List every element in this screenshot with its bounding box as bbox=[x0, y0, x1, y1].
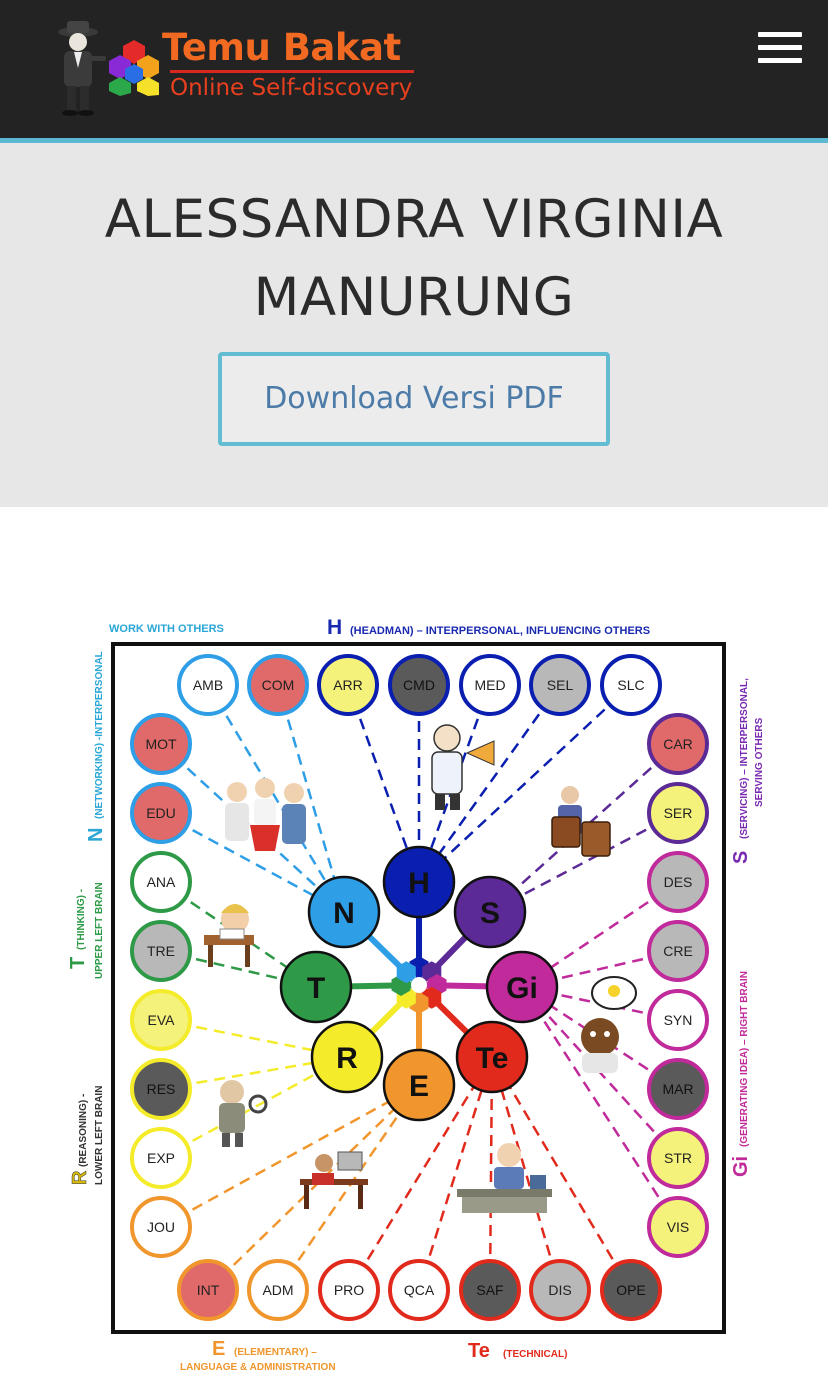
hub-label-e: E bbox=[409, 1070, 429, 1103]
talent-code-int: INT bbox=[197, 1282, 220, 1298]
talent-code-qca: QCA bbox=[404, 1282, 435, 1298]
talent-code-car: CAR bbox=[663, 736, 693, 752]
hub-label-te: Te bbox=[476, 1042, 509, 1075]
technician-workbench-icon bbox=[457, 1143, 552, 1213]
idea-man-icon bbox=[581, 976, 637, 1073]
technical-letter: Te bbox=[468, 1340, 490, 1362]
servicing-letter: S bbox=[730, 851, 752, 864]
talent-code-jou: JOU bbox=[147, 1219, 175, 1235]
reasoning-label: (REASONING) - bbox=[78, 1094, 89, 1167]
logo-subtitle: Online Self-discovery bbox=[170, 75, 413, 101]
thinking-label: (THINKING) - bbox=[76, 889, 87, 950]
work-with-others-label: WORK WITH OTHERS bbox=[109, 623, 224, 635]
talent-code-tre: TRE bbox=[147, 943, 175, 959]
talent-code-arr: ARR bbox=[333, 677, 363, 693]
talent-code-ana: ANA bbox=[147, 874, 176, 890]
hub-center bbox=[411, 977, 427, 993]
headman-letter: H bbox=[327, 616, 342, 639]
logo-divider bbox=[170, 70, 414, 73]
team-people-icon bbox=[225, 778, 306, 851]
office-worker-computer-icon bbox=[300, 1151, 368, 1209]
talent-code-ser: SER bbox=[664, 805, 693, 821]
thinking-sublabel: UPPER LEFT BRAIN bbox=[94, 882, 105, 979]
logo-title: Temu Bakat bbox=[162, 26, 401, 69]
detective-magnifier-icon bbox=[219, 1080, 268, 1147]
center-hub: H N S T Gi R Te E bbox=[279, 845, 559, 1122]
hub-label-n: N bbox=[333, 897, 355, 930]
talent-code-des: DES bbox=[664, 874, 693, 890]
servicing-sublabel: SERVING OTHERS bbox=[754, 717, 762, 807]
elementary-letter: E bbox=[212, 1338, 225, 1360]
profile-name: ALESSANDRA VIRGINIA MANURUNG bbox=[104, 189, 724, 328]
talent-code-res: RES bbox=[147, 1081, 176, 1097]
talent-code-str: STR bbox=[664, 1150, 692, 1166]
connector-jou bbox=[160, 1083, 420, 1229]
talent-code-edu: EDU bbox=[146, 805, 176, 821]
hub-label-h: H bbox=[408, 867, 430, 900]
technical-label: (TECHNICAL) bbox=[503, 1349, 567, 1360]
hub-label-r: R bbox=[336, 1042, 358, 1075]
porter-luggage-icon bbox=[551, 786, 611, 857]
generating-idea-letter: Gi bbox=[730, 1156, 752, 1177]
headman-label: (HEADMAN) – INTERPERSONAL, INFLUENCING O… bbox=[350, 625, 650, 637]
talent-code-med: MED bbox=[474, 677, 505, 693]
talent-code-com: COM bbox=[262, 677, 295, 693]
student-thinking-icon bbox=[204, 904, 254, 967]
elementary-sublabel: LANGUAGE & ADMINISTRATION bbox=[180, 1362, 336, 1373]
talent-mapping-diagram: H N S T Gi R Te E AMB COM ARR CMD MED SEL SLC MOT EDU AN… bbox=[67, 616, 762, 1373]
hub-label-gi: Gi bbox=[506, 972, 538, 1005]
talent-code-eva: EVA bbox=[148, 1012, 176, 1028]
generating-idea-label: (GENERATING IDEA) – RIGHT BRAIN bbox=[739, 971, 750, 1147]
hub-label-t: T bbox=[307, 972, 325, 1005]
detective-mascot-icon bbox=[58, 21, 106, 116]
talent-code-adm: ADM bbox=[262, 1282, 293, 1298]
talent-code-syn: SYN bbox=[664, 1012, 693, 1028]
servicing-label: (SERVICING) – INTERPERSONAL, bbox=[739, 678, 750, 839]
boss-megaphone-icon bbox=[431, 724, 495, 810]
talent-code-slc: SLC bbox=[617, 677, 644, 693]
talent-code-exp: EXP bbox=[147, 1150, 175, 1166]
networking-letter: N bbox=[85, 828, 107, 842]
talent-code-amb: AMB bbox=[193, 677, 223, 693]
reasoning-letter: R bbox=[69, 1170, 91, 1185]
talent-code-vis: VIS bbox=[667, 1219, 690, 1235]
talent-code-sel: SEL bbox=[547, 677, 574, 693]
profile-hero: ALESSANDRA VIRGINIA MANURUNG Download Ve… bbox=[0, 143, 828, 507]
hamburger-menu-icon[interactable] bbox=[756, 30, 804, 66]
talent-code-cmd: CMD bbox=[403, 677, 435, 693]
talent-code-ope: OPE bbox=[616, 1282, 646, 1298]
download-pdf-button[interactable]: Download Versi PDF bbox=[218, 352, 610, 446]
elementary-label: (ELEMENTARY) – bbox=[234, 1347, 317, 1358]
talent-code-dis: DIS bbox=[548, 1282, 571, 1298]
reasoning-sublabel: LOWER LEFT BRAIN bbox=[94, 1086, 105, 1185]
hub-label-s: S bbox=[480, 897, 500, 930]
connector-amb bbox=[206, 684, 346, 913]
talent-code-mar: MAR bbox=[662, 1081, 693, 1097]
talent-code-cre: CRE bbox=[663, 943, 693, 959]
talent-code-pro: PRO bbox=[334, 1282, 364, 1298]
temu-bakat-logo[interactable]: Temu Bakat Online Self-discovery bbox=[50, 18, 430, 118]
networking-label: (NETWORKING) -INTERPERSONAL bbox=[94, 651, 105, 819]
top-navbar: Temu Bakat Online Self-discovery bbox=[0, 0, 828, 138]
talent-code-mot: MOT bbox=[145, 736, 177, 752]
thinking-letter: T bbox=[67, 957, 89, 969]
talent-code-saf: SAF bbox=[476, 1282, 503, 1298]
hexagon-flower-icon bbox=[109, 40, 159, 96]
